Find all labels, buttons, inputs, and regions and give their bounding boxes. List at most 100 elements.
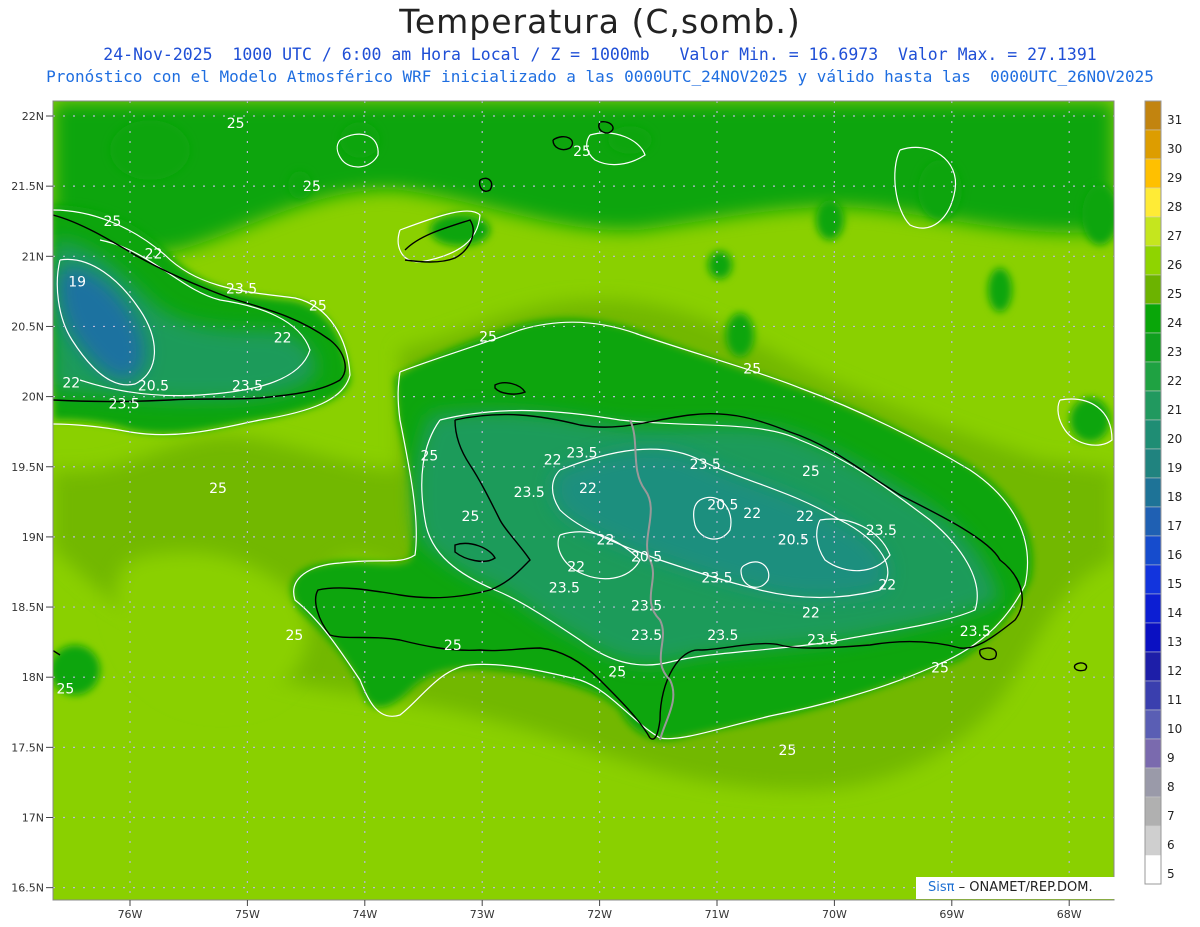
- island-halo: [110, 120, 190, 180]
- colorbar-label: 23: [1167, 345, 1182, 359]
- contour-label: 25: [209, 481, 227, 497]
- contour-label: 25: [303, 179, 321, 195]
- contour-label: 22: [743, 506, 761, 522]
- colorbar-swatch: [1144, 100, 1162, 131]
- lon-label: 70W: [822, 908, 847, 921]
- colorbar-swatch: [1144, 680, 1162, 711]
- island-halo: [816, 200, 844, 240]
- contour-label: 23.5: [866, 523, 897, 539]
- colorbar-swatch: [1144, 129, 1162, 160]
- colorbar-label: 15: [1167, 577, 1182, 591]
- contour-label: 22: [145, 246, 163, 262]
- contour-label: 23.5: [701, 571, 732, 587]
- credit-text: – ONAMET/REP.DOM.: [958, 880, 1093, 895]
- contour-label: 25: [285, 628, 303, 644]
- colorbar-label: 12: [1167, 664, 1182, 678]
- contour-label: 23.5: [807, 632, 838, 648]
- contour-label: 23.5: [690, 457, 721, 473]
- lon-label: 68W: [1057, 908, 1082, 921]
- colorbar-swatch: [1144, 825, 1162, 856]
- colorbar-label: 21: [1167, 403, 1182, 417]
- colorbar-label: 16: [1167, 548, 1182, 562]
- colorbar-swatch: [1144, 796, 1162, 827]
- colorbar-swatch: [1144, 216, 1162, 247]
- colorbar-label: 24: [1167, 316, 1182, 330]
- latitude-labels: 22N 21.5N 21N 20.5N 20N 19.5N 19N 18.5N 18N 17.5N…: [11, 110, 44, 895]
- colorbar-label: 9: [1167, 751, 1175, 765]
- colorbar-label: 30: [1167, 142, 1182, 156]
- contour-label: 20.5: [778, 533, 809, 549]
- colorbar-swatch: [1144, 158, 1162, 189]
- colorbar-label: 11: [1167, 693, 1182, 707]
- lon-label: 71W: [705, 908, 730, 921]
- contour-label: 25: [479, 329, 497, 345]
- colorbar-label: 8: [1167, 780, 1175, 794]
- contour-label: 23.5: [566, 446, 597, 462]
- contour-label: 22: [544, 453, 562, 469]
- contour-label: 20.5: [631, 550, 662, 566]
- colorbar-label: 22: [1167, 374, 1182, 388]
- colorbar-swatch: [1144, 187, 1162, 218]
- contour-label: 25: [57, 681, 75, 697]
- colorbar-swatch: [1144, 361, 1162, 392]
- lat-label: 20N: [22, 391, 44, 404]
- lat-label: 19.5N: [11, 461, 44, 474]
- contour-label: 25: [462, 509, 480, 525]
- temperature-map: 25 25 25 25 22 19 23.5 25 22 22 20.5 23.5 23.5 25 25 25…: [11, 100, 1182, 921]
- contour-label: 23.5: [514, 485, 545, 501]
- lon-label: 69W: [939, 908, 964, 921]
- colorbar-label: 25: [1167, 287, 1182, 301]
- island-halo: [726, 313, 754, 357]
- colorbar-label: 5: [1167, 867, 1175, 881]
- contour-label: 25: [573, 144, 591, 160]
- credit-badge: Sisπ – ONAMET/REP.DOM.: [916, 877, 1123, 899]
- longitude-labels: 76W 75W 74W 73W 72W 71W 70W 69W 68W: [118, 908, 1082, 921]
- contour-label: 23.5: [226, 282, 257, 298]
- contour-label: 25: [802, 464, 820, 480]
- coastline-segment: [53, 212, 54, 215]
- contour-label: 22: [567, 559, 585, 575]
- contour-label: 23.5: [960, 624, 991, 640]
- contour-label: 22: [62, 376, 80, 392]
- contour-label: 25: [420, 449, 438, 465]
- colorbar-swatch: [1144, 535, 1162, 566]
- lon-label: 76W: [118, 908, 143, 921]
- colorbar-label: 14: [1167, 606, 1182, 620]
- colorbar-swatch: [1144, 622, 1162, 653]
- lat-label: 17N: [22, 812, 44, 825]
- contour-label: 23.5: [109, 397, 140, 413]
- colorbar-label: 26: [1167, 258, 1182, 272]
- colorbar-swatch: [1144, 477, 1162, 508]
- lon-label: 73W: [470, 908, 495, 921]
- sispi-logo: Sisπ: [928, 880, 955, 895]
- contour-label: 23.5: [549, 580, 580, 596]
- colorbar-swatch: [1144, 390, 1162, 421]
- lat-label: 22N: [22, 110, 44, 123]
- contour-label: 25: [309, 298, 327, 314]
- colorbar-swatch: [1144, 448, 1162, 479]
- colorbar-label: 31: [1167, 113, 1182, 127]
- temperature-field: 25 25 25 25 22 19 23.5 25 22 22 20.5 23.5 23.5 25 25 25…: [53, 101, 1114, 900]
- lon-label: 75W: [235, 908, 260, 921]
- lat-label: 19N: [22, 531, 44, 544]
- lat-label: 20.5N: [11, 320, 44, 333]
- island-halo: [1070, 398, 1110, 442]
- contour-label: 25: [931, 660, 949, 676]
- contour-label: 23.5: [707, 628, 738, 644]
- contour-label: 25: [103, 214, 121, 230]
- colorbar-label: 19: [1167, 461, 1182, 475]
- contour-label: 20.5: [138, 378, 169, 394]
- colorbar-label: 20: [1167, 432, 1182, 446]
- colorbar-swatch: [1144, 767, 1162, 798]
- contour-label: 19: [68, 275, 86, 291]
- colorbar-label: 13: [1167, 635, 1182, 649]
- contour-label: 25: [608, 665, 626, 681]
- colorbar-label: 29: [1167, 171, 1182, 185]
- colorbar-swatch: [1144, 332, 1162, 363]
- lat-label: 18N: [22, 671, 44, 684]
- contour-label: 22: [796, 509, 814, 525]
- island-halo: [988, 268, 1012, 312]
- contour-label: 22: [274, 331, 292, 347]
- colorbar-swatch: [1144, 709, 1162, 740]
- contour-label: 22: [597, 533, 615, 549]
